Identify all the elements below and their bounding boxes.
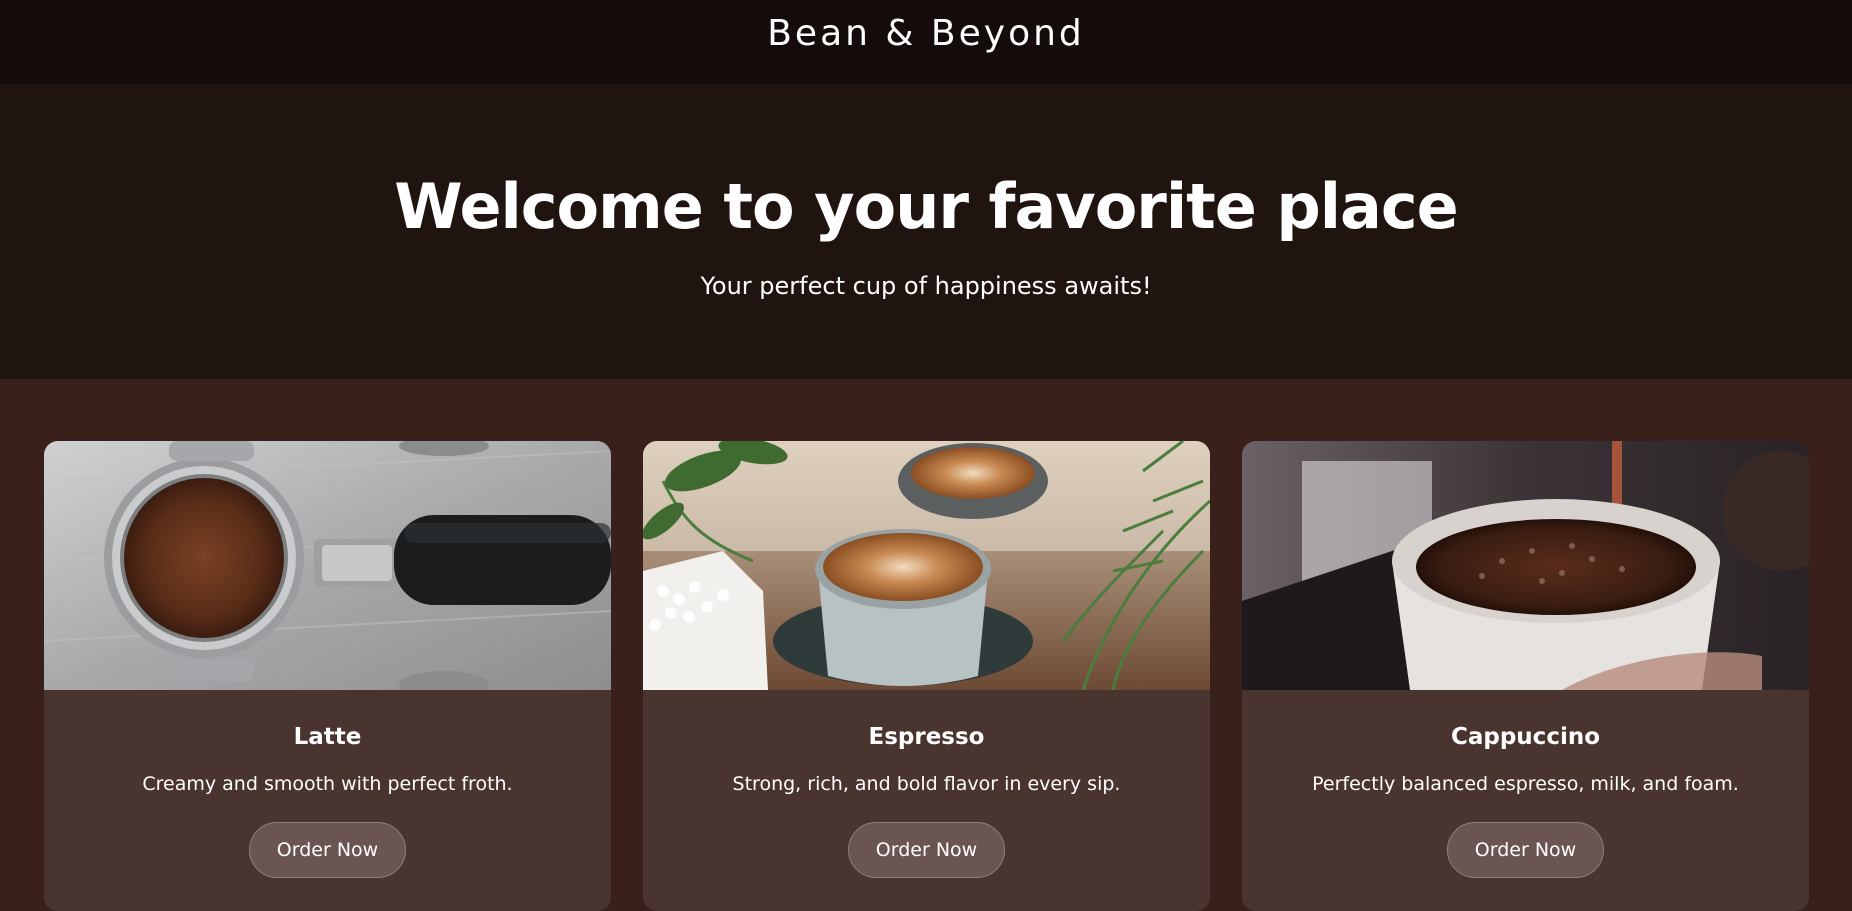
top-bar: Bean & Beyond: [0, 0, 1852, 84]
cappuccino-photo: [1242, 441, 1809, 690]
menu-card-cappuccino: Cappuccino Perfectly balanced espresso, …: [1242, 441, 1809, 911]
menu-section: Latte Creamy and smooth with perfect fro…: [0, 379, 1852, 911]
menu-card-title: Espresso: [868, 724, 985, 750]
order-now-button-latte[interactable]: Order Now: [249, 822, 406, 878]
hero-title: Welcome to your favorite place: [394, 170, 1458, 243]
menu-card-title: Latte: [293, 724, 362, 750]
hero-section: Welcome to your favorite place Your perf…: [0, 84, 1852, 379]
menu-card-title: Cappuccino: [1450, 724, 1601, 750]
menu-card-description: Perfectly balanced espresso, milk, and f…: [1312, 773, 1739, 795]
menu-card-latte: Latte Creamy and smooth with perfect fro…: [44, 441, 611, 911]
brand-logo-text[interactable]: Bean & Beyond: [767, 13, 1085, 54]
order-now-button-cappuccino[interactable]: Order Now: [1447, 822, 1604, 878]
menu-card-description: Strong, rich, and bold flavor in every s…: [732, 773, 1121, 795]
order-now-button-espresso[interactable]: Order Now: [848, 822, 1005, 878]
menu-card-espresso: Espresso Strong, rich, and bold flavor i…: [643, 441, 1210, 911]
hero-subtitle: Your perfect cup of happiness awaits!: [700, 272, 1152, 300]
menu-card-description: Creamy and smooth with perfect froth.: [142, 773, 513, 795]
espresso-photo: [643, 441, 1210, 690]
latte-photo: [44, 441, 611, 690]
